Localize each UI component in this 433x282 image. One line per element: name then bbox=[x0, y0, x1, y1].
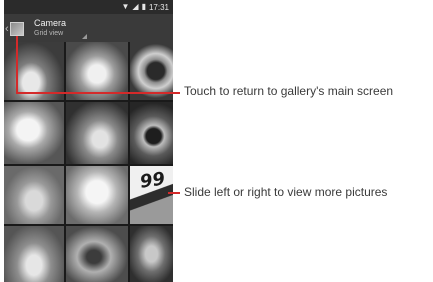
photo-thumbnail[interactable]: 99 bbox=[130, 166, 173, 224]
wifi-icon: ▼ bbox=[121, 2, 130, 11]
chevron-left-icon: ‹ bbox=[5, 23, 9, 35]
status-bar: ▼ ◢ ▮ 17:31 bbox=[4, 0, 173, 14]
view-mode-label[interactable]: Grid view bbox=[34, 30, 63, 37]
album-thumbnail-icon bbox=[9, 22, 24, 36]
callout-swipe-text: Slide left or right to view more picture… bbox=[184, 185, 388, 199]
photo-thumbnail[interactable] bbox=[66, 166, 128, 224]
photo-thumbnail[interactable] bbox=[66, 102, 128, 164]
phone-screen: ▼ ◢ ▮ 17:31 ‹ Camera Grid view 99 bbox=[4, 0, 173, 282]
battery-icon: ▮ bbox=[141, 2, 146, 11]
photo-thumbnail[interactable] bbox=[130, 226, 173, 282]
action-bar: ‹ Camera Grid view bbox=[4, 14, 173, 42]
photo-thumbnail[interactable] bbox=[4, 166, 64, 224]
photo-thumbnail[interactable] bbox=[66, 226, 128, 282]
status-time: 17:31 bbox=[148, 2, 169, 12]
photo-thumbnail[interactable] bbox=[4, 226, 64, 282]
callout-back-text: Touch to return to gallery's main screen bbox=[184, 84, 394, 98]
photo-thumbnail[interactable] bbox=[4, 102, 64, 164]
callout-line-vertical bbox=[16, 36, 18, 93]
photo-thumbnail[interactable] bbox=[130, 102, 173, 164]
photo-grid[interactable]: 99 bbox=[4, 42, 173, 282]
callout-line-horizontal bbox=[16, 92, 180, 94]
album-title: Camera bbox=[34, 18, 67, 28]
alarm-icon: ◢ bbox=[132, 2, 139, 11]
view-mode-dropdown-icon[interactable] bbox=[82, 34, 87, 39]
callout-line-swipe bbox=[168, 192, 180, 194]
race-number-text: 99 bbox=[138, 168, 167, 193]
back-to-gallery-button[interactable]: ‹ bbox=[5, 19, 33, 39]
